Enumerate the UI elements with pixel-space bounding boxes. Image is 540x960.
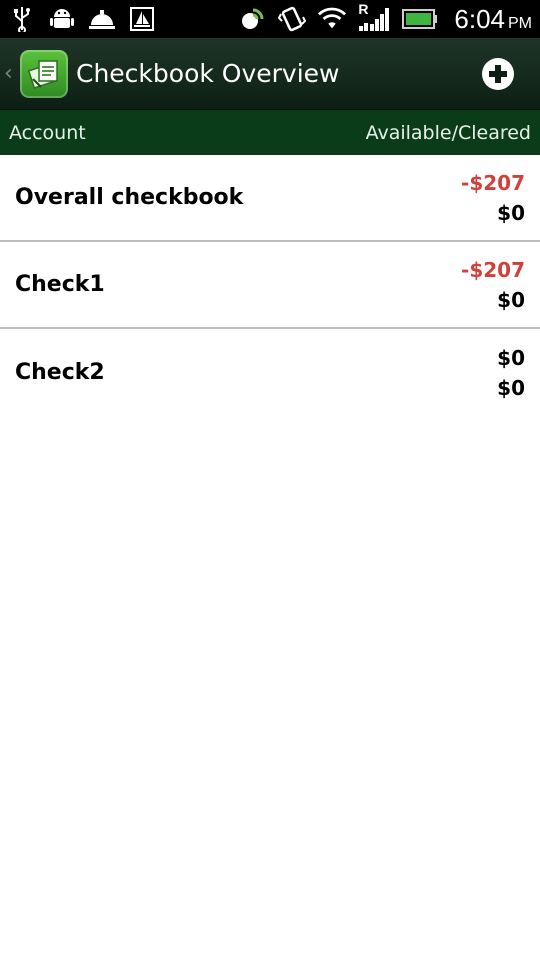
cleared-amount: $0 xyxy=(497,375,525,400)
account-name: Overall checkbook xyxy=(15,185,244,210)
up-chevron-icon[interactable]: ‹ xyxy=(4,61,18,86)
action-bar: ‹ Checkbook Overview xyxy=(0,38,540,110)
status-clock: 6:04 PM xyxy=(454,4,532,35)
add-circle-icon xyxy=(482,57,514,90)
page-title: Checkbook Overview xyxy=(76,59,340,88)
clock-ampm: PM xyxy=(508,14,532,32)
available-amount: -$207 xyxy=(461,170,525,195)
signal-roaming-icon: R xyxy=(358,1,390,33)
wifi-icon xyxy=(318,5,347,33)
sailboat-icon xyxy=(128,5,156,33)
account-list: Overall checkbook -$207 $0 Check1 -$207 … xyxy=(0,155,540,416)
available-amount: -$207 xyxy=(461,257,525,282)
account-amounts: -$207 $0 xyxy=(461,258,525,312)
column-header: Account Available/Cleared xyxy=(0,110,540,155)
usb-icon xyxy=(8,5,36,33)
account-amounts: $0 $0 xyxy=(497,346,525,400)
available-amount: $0 xyxy=(497,345,525,370)
sync-icon xyxy=(238,5,266,33)
service-bell-icon xyxy=(88,5,116,33)
status-left-icons xyxy=(8,5,156,33)
cleared-amount: $0 xyxy=(497,287,525,312)
column-available-cleared-label: Available/Cleared xyxy=(365,121,531,144)
account-name: Check1 xyxy=(15,272,105,297)
column-account-label: Account xyxy=(9,121,86,144)
status-bar: R 6:04 PM xyxy=(0,0,540,38)
vibrate-icon xyxy=(278,5,307,33)
roaming-indicator: R xyxy=(358,1,369,17)
account-row-overall[interactable]: Overall checkbook -$207 $0 xyxy=(0,155,540,242)
status-right-icons: R 6:04 PM xyxy=(238,1,532,35)
checkbook-app-icon[interactable] xyxy=(20,49,68,98)
clock-time: 6:04 xyxy=(454,3,505,34)
account-row-check1[interactable]: Check1 -$207 $0 xyxy=(0,242,540,329)
account-row-check2[interactable]: Check2 $0 $0 xyxy=(0,329,540,416)
account-name: Check2 xyxy=(15,360,105,385)
cleared-amount: $0 xyxy=(497,200,525,225)
android-debug-icon xyxy=(48,5,76,33)
account-amounts: -$207 $0 xyxy=(461,171,525,225)
battery-icon xyxy=(402,5,438,33)
add-account-button[interactable] xyxy=(480,56,516,92)
